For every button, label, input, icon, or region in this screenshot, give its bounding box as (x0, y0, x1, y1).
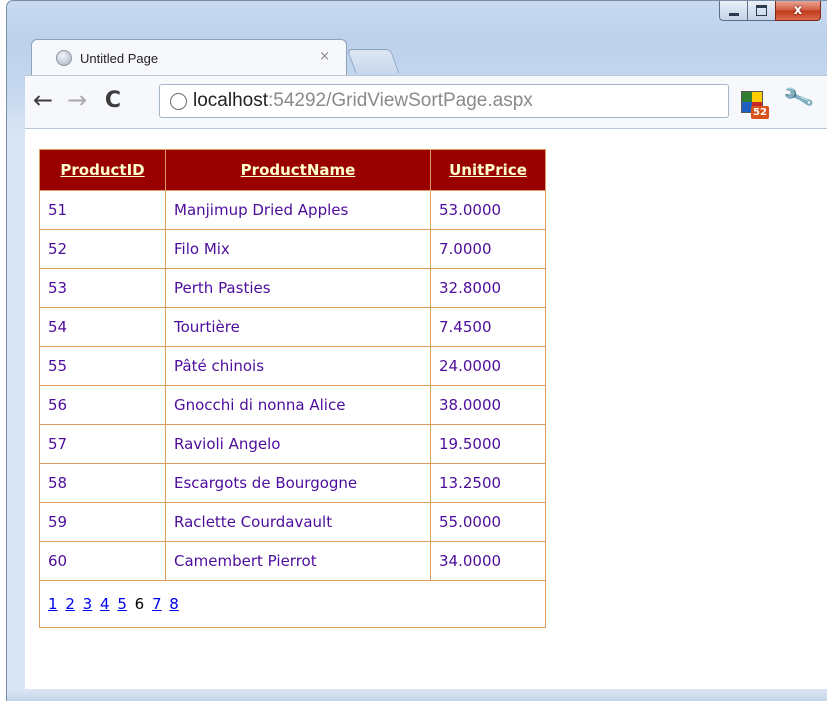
pager-link-8[interactable]: 8 (169, 595, 179, 613)
table-row: 59 Raclette Courdavault 55.0000 (39, 502, 546, 542)
extension-badge: 52 (751, 106, 769, 119)
cell-unitprice: 19.5000 (430, 424, 546, 464)
back-arrow-icon: ← (32, 86, 54, 114)
pager-current-page: 6 (134, 595, 145, 613)
products-gridview: ProductID ProductName UnitPrice 51 Manjim… (39, 149, 546, 628)
minimize-button[interactable] (719, 1, 747, 21)
tab-title: Untitled Page (80, 50, 159, 66)
cell-productname: Escargots de Bourgogne (165, 463, 431, 503)
cell-productid: 52 (39, 229, 166, 269)
globe-icon (56, 50, 72, 66)
pager-link-4[interactable]: 4 (100, 595, 110, 613)
sort-link-productid[interactable]: ProductID (60, 161, 144, 179)
cell-productid: 58 (39, 463, 166, 503)
pager-link-7[interactable]: 7 (152, 595, 162, 613)
maximize-button[interactable] (747, 1, 775, 21)
table-row: 57 Ravioli Angelo 19.5000 (39, 424, 546, 464)
cell-productname: Camembert Pierrot (165, 541, 431, 581)
cell-productid: 55 (39, 346, 166, 386)
window-controls: x (719, 1, 821, 25)
cell-productname: Perth Pasties (165, 268, 431, 308)
cell-productname: Pâté chinois (165, 346, 431, 386)
sort-link-unitprice[interactable]: UnitPrice (449, 161, 527, 179)
cell-unitprice: 32.8000 (430, 268, 546, 308)
url-host: localhost (193, 90, 268, 111)
page-info-icon[interactable] (170, 92, 187, 110)
cell-productid: 53 (39, 268, 166, 308)
cell-productname: Gnocchi di nonna Alice (165, 385, 431, 425)
table-row: 56 Gnocchi di nonna Alice 38.0000 (39, 385, 546, 425)
pager-link-1[interactable]: 1 (48, 595, 58, 613)
header-unitprice[interactable]: UnitPrice (430, 149, 546, 191)
new-tab-button[interactable] (346, 49, 400, 73)
cell-productname: Filo Mix (165, 229, 431, 269)
table-row: 58 Escargots de Bourgogne 13.2500 (39, 463, 546, 503)
browser-window: x Untitled Page × ← → C localhost:54292/… (6, 0, 827, 701)
wrench-icon[interactable]: 🔧 (782, 82, 816, 115)
header-productid[interactable]: ProductID (39, 149, 166, 191)
browser-toolbar: ← → C localhost:54292/GridViewSortPage.a… (25, 75, 827, 128)
cell-productid: 54 (39, 307, 166, 347)
close-window-button[interactable]: x (775, 1, 821, 21)
table-row: 54 Tourtière 7.4500 (39, 307, 546, 347)
pager-link-2[interactable]: 2 (65, 595, 75, 613)
header-productname[interactable]: ProductName (165, 149, 431, 191)
cell-productname: Raclette Courdavault (165, 502, 431, 542)
window-bottom-border (6, 689, 827, 701)
cell-productname: Manjimup Dried Apples (165, 190, 431, 230)
page-content: ProductID ProductName UnitPrice 51 Manjim… (25, 128, 827, 689)
pager-row: 1 2 3 4 5 6 7 8 (39, 580, 546, 628)
close-icon: x (793, 3, 803, 18)
pager-link-5[interactable]: 5 (117, 595, 127, 613)
minimize-icon (728, 12, 739, 16)
cell-unitprice: 53.0000 (430, 190, 546, 230)
address-bar[interactable]: localhost:54292/GridViewSortPage.aspx (159, 84, 729, 118)
cell-unitprice: 7.0000 (430, 229, 546, 269)
forward-arrow-icon: → (66, 86, 88, 114)
cell-productid: 59 (39, 502, 166, 542)
url-path: :54292/GridViewSortPage.aspx (268, 90, 533, 111)
forward-button[interactable]: → (63, 84, 91, 116)
tab-close-icon[interactable]: × (319, 49, 330, 64)
cell-productname: Tourtière (165, 307, 431, 347)
pager: 1 2 3 4 5 6 7 8 (39, 580, 546, 628)
table-row: 52 Filo Mix 7.0000 (39, 229, 546, 269)
cell-productid: 57 (39, 424, 166, 464)
grid-header-row: ProductID ProductName UnitPrice (39, 149, 546, 191)
pager-link-3[interactable]: 3 (83, 595, 93, 613)
cell-productid: 60 (39, 541, 166, 581)
cell-unitprice: 55.0000 (430, 502, 546, 542)
back-button[interactable]: ← (29, 84, 57, 116)
table-row: 55 Pâté chinois 24.0000 (39, 346, 546, 386)
cell-productid: 51 (39, 190, 166, 230)
reload-icon: C (104, 87, 122, 113)
table-row: 53 Perth Pasties 32.8000 (39, 268, 546, 308)
sort-link-productname[interactable]: ProductName (241, 161, 356, 179)
cell-productid: 56 (39, 385, 166, 425)
cell-unitprice: 13.2500 (430, 463, 546, 503)
cell-productname: Ravioli Angelo (165, 424, 431, 464)
cell-unitprice: 34.0000 (430, 541, 546, 581)
cell-unitprice: 38.0000 (430, 385, 546, 425)
maximize-icon (756, 5, 767, 16)
cell-unitprice: 24.0000 (430, 346, 546, 386)
table-row: 51 Manjimup Dried Apples 53.0000 (39, 190, 546, 230)
tab-untitled-page[interactable]: Untitled Page × (31, 39, 347, 75)
reload-button[interactable]: C (99, 84, 127, 116)
table-row: 60 Camembert Pierrot 34.0000 (39, 541, 546, 581)
cell-unitprice: 7.4500 (430, 307, 546, 347)
